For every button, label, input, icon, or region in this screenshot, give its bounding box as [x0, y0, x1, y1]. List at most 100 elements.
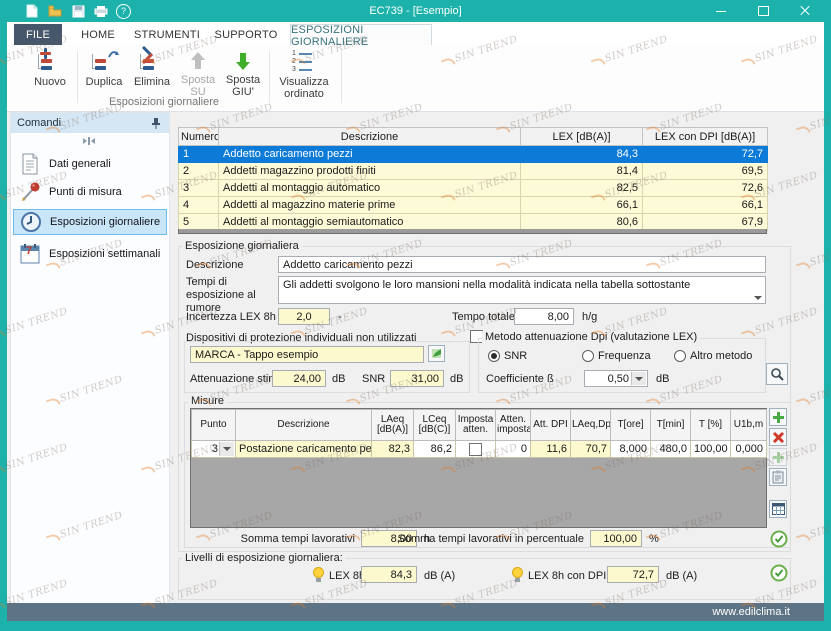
misure-row[interactable]: 3 Postazione caricamento pezzi 82,3 86,2… [192, 441, 767, 458]
tempi-textarea[interactable]: Gli addetti svolgono le loro mansioni ne… [278, 276, 766, 304]
new-hierarchy-icon [38, 50, 62, 74]
collapse-handle-icon[interactable] [83, 137, 97, 145]
sidebar-item-esposizioni-giornaliere[interactable]: Esposizioni giornaliere [13, 209, 167, 235]
tempo-totale-label: Tempo totale [452, 311, 515, 323]
radio-altro-metodo[interactable] [674, 350, 686, 362]
maximize-button[interactable] [748, 0, 778, 22]
att-dpi-cell[interactable]: 11,6 [531, 441, 571, 458]
close-icon [800, 6, 810, 16]
tab-file[interactable]: FILE [14, 24, 62, 45]
table-row[interactable]: 3Addetti al montaggio automatico 82,572,… [179, 180, 768, 197]
col-imposta-atten: Imposta atten. [456, 410, 496, 441]
new-file-icon[interactable] [24, 3, 40, 19]
table-row[interactable]: 5Addetti al montaggio semiautomatico 80,… [179, 214, 768, 231]
t-min-cell[interactable]: 480,0 [651, 441, 691, 458]
radio-snr-label: SNR [504, 350, 527, 362]
ribbon-group-label: Esposizioni giornaliere [73, 96, 255, 108]
sidebar-item-dati-generali[interactable]: Dati generali [13, 151, 167, 177]
table-row[interactable]: 1Addetto caricamento pezzi 84,372,7 [179, 146, 768, 163]
tab-supporto[interactable]: SUPPORTO [210, 24, 282, 45]
dpi-archive-button[interactable] [428, 345, 445, 362]
add-multiple-misure-button [769, 448, 787, 466]
elimina-label: Elimina [134, 76, 170, 88]
edilclima-link[interactable]: www.edilclima.it [712, 606, 790, 618]
laeq-dpi-cell[interactable]: 70,7 [571, 441, 611, 458]
help-icon[interactable]: ? [116, 4, 131, 19]
col-laeq: LAeq [dB(A)] [372, 410, 414, 441]
lceq-cell[interactable]: 86,2 [414, 441, 456, 458]
imposta-atten-cell[interactable] [456, 441, 496, 458]
snr-input[interactable]: 31,00 [390, 370, 444, 387]
table-grid-icon [772, 503, 785, 515]
punto-combobox[interactable]: 3 [192, 441, 236, 458]
snr-label: SNR [362, 373, 385, 385]
perc-input[interactable]: 100,00 [590, 530, 642, 547]
misura-descrizione-cell[interactable]: Postazione caricamento pezzi [236, 441, 372, 458]
sposta-giu-label: Sposta GIU' [221, 74, 265, 98]
marca-input[interactable]: MARCA - Tappo esempio [190, 346, 424, 363]
lex8h-dpi-unit: dB (A) [666, 570, 697, 582]
radio-frequenza[interactable] [582, 350, 594, 362]
sidebar-item-esposizioni-settimanali[interactable]: 7 Esposizioni settimanali [13, 241, 167, 267]
ribbon-separator [269, 51, 270, 103]
delete-misura-button[interactable] [769, 428, 787, 446]
print-icon[interactable] [93, 3, 109, 19]
tab-home[interactable]: HOME [72, 24, 124, 45]
status-bar: www.edilclima.it [7, 603, 824, 621]
grid-settings-button[interactable] [769, 500, 787, 518]
attenuazione-input[interactable]: 24,00 [272, 370, 326, 387]
add-misura-button[interactable] [769, 408, 787, 426]
green-book-icon [431, 348, 442, 359]
pin-icon[interactable] [151, 117, 161, 129]
atten-imposta-cell[interactable]: 0 [496, 441, 531, 458]
col-lceq: LCeq [dB(C)] [414, 410, 456, 441]
section-title: Esposizione giornaliera [182, 240, 302, 252]
visualizza-ordinato-button[interactable]: 1 2 3 Visualizza ordinato [273, 47, 335, 107]
nuovo-button[interactable]: Nuovo [27, 47, 73, 107]
sidebar-item-punti-di-misura[interactable]: Punti di misura [13, 179, 167, 205]
descrizione-input[interactable]: Addetto caricamento pezzi [278, 256, 766, 273]
col-descrizione[interactable]: Descrizione [219, 128, 521, 146]
combo-dropdown-button[interactable] [631, 372, 646, 385]
table-row[interactable]: 4Addetti al magazzino materie prime 66,1… [179, 197, 768, 214]
check-circle-icon [770, 564, 788, 582]
lex8h-unit: dB (A) [424, 570, 455, 582]
col-att-dpi: Att. DPI [531, 410, 571, 441]
tab-esposizioni-giornaliere[interactable]: ESPOSIZIONI GIORNALIERE [290, 24, 432, 46]
daily-exposures-table: Numero Descrizione LEX [dB(A)] LEX con D… [178, 127, 768, 231]
double-plus-icon [773, 452, 784, 463]
sidebar-item-label: Dati generali [49, 158, 111, 170]
minimize-button[interactable] [706, 0, 736, 22]
t-ore-cell[interactable]: 8,000 [611, 441, 651, 458]
laeq-cell[interactable]: 82,3 [372, 441, 414, 458]
paste-misure-button[interactable] [769, 468, 787, 486]
snr-unit: dB [450, 373, 463, 385]
u1bm-cell[interactable]: 0,000 [731, 441, 767, 458]
lex8h-dpi-output: 72,7 [607, 566, 659, 583]
radio-snr[interactable] [488, 350, 500, 362]
save-icon[interactable] [70, 3, 86, 19]
application-window: ? EC739 - [Esempio] FILE HOME STRUMENTI … [0, 0, 831, 631]
tempo-totale-input[interactable]: 8,00 [514, 308, 574, 325]
col-numero[interactable]: Numero [179, 128, 219, 146]
chevron-down-icon[interactable] [754, 296, 762, 300]
coefficiente-combobox[interactable]: 0,50 [584, 370, 648, 387]
coefficiente-label: Coefficiente ß [486, 373, 554, 385]
open-folder-icon[interactable] [47, 3, 63, 19]
table-header-row: Numero Descrizione LEX [dB(A)] LEX con D… [179, 128, 768, 146]
incertezza-input[interactable]: 2,0 [278, 308, 330, 325]
search-dpi-button[interactable] [766, 363, 788, 385]
sidebar-item-label: Esposizioni giornaliere [50, 216, 160, 228]
col-lex-dpi[interactable]: LEX con DPI [dB(A)] [643, 128, 768, 146]
chevron-down-icon [635, 377, 643, 381]
t-perc-cell[interactable]: 100,00 [691, 441, 731, 458]
clock-icon [20, 211, 42, 233]
close-button[interactable] [790, 0, 820, 22]
col-lex[interactable]: LEX [dB(A)] [521, 128, 643, 146]
radio-frequenza-label: Frequenza [598, 350, 651, 362]
imposta-atten-checkbox[interactable] [469, 443, 482, 456]
tab-strumenti[interactable]: STRUMENTI [128, 24, 206, 45]
combo-dropdown-button[interactable] [219, 442, 234, 456]
col-t-perc: T [%] [691, 410, 731, 441]
table-row[interactable]: 2Addetti magazzino prodotti finiti 81,46… [179, 163, 768, 180]
